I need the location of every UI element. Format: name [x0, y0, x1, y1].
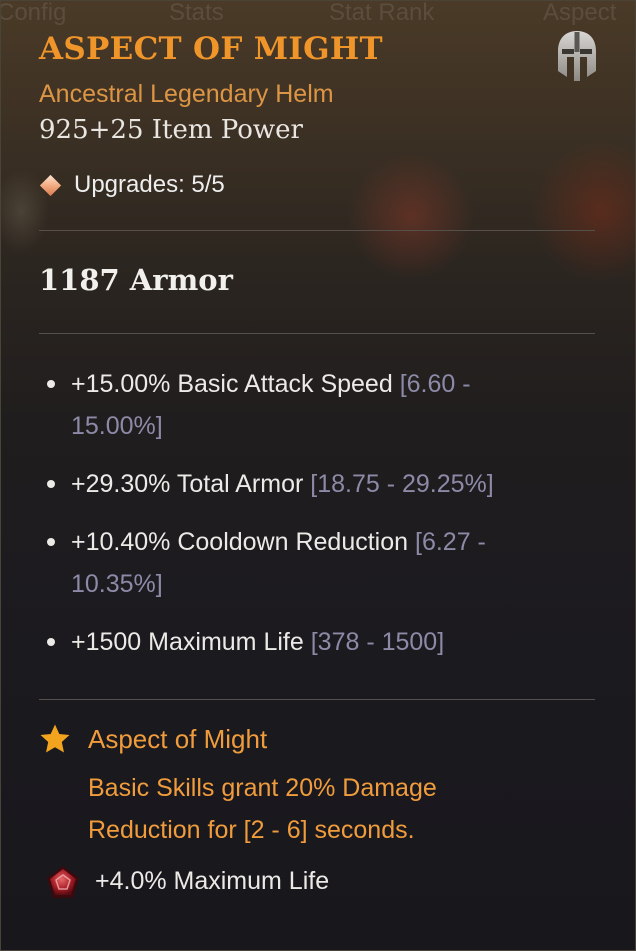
- affix-text: +1500 Maximum Life: [71, 628, 304, 656]
- item-subtitle: Ancestral Legendary Helm: [39, 80, 334, 108]
- affix-item: +15.00% Basic Attack Speed [6.60 - 15.00…: [39, 363, 539, 447]
- affix-item: +1500 Maximum Life [378 - 1500]: [39, 621, 539, 663]
- affix-text: +29.30% Total Armor: [71, 470, 304, 498]
- affix-range: [378 - 1500]: [310, 628, 445, 656]
- aspect-name: Aspect of Might: [88, 723, 268, 754]
- armor-value: 1187 Armor: [39, 263, 233, 297]
- divider: [39, 333, 595, 334]
- socket-bonus: +4.0% Maximum Life: [95, 867, 330, 895]
- aspect-description: Basic Skills grant 20% Damage Reduction …: [88, 774, 437, 844]
- divider: [39, 230, 595, 231]
- background-tab: Config: [0, 0, 67, 26]
- diamond-icon: [39, 174, 62, 196]
- item-tooltip: Config Stats Stat Rank Aspect ASPECT OF …: [0, 0, 636, 951]
- affix-text: +15.00% Basic Attack Speed: [71, 370, 393, 398]
- divider: [39, 699, 595, 700]
- background-tabs: Config Stats Stat Rank Aspect: [0, 0, 635, 29]
- bullet: [47, 480, 55, 488]
- upgrades-text: Upgrades: 5/5: [74, 171, 225, 198]
- bullet: [47, 638, 55, 646]
- upgrades-row: Upgrades: 5/5: [39, 170, 225, 200]
- bullet: [47, 380, 55, 388]
- ruby-gem-icon: [47, 866, 79, 898]
- helm-icon: [558, 31, 596, 81]
- affix-list: +15.00% Basic Attack Speed [6.60 - 15.00…: [39, 363, 539, 679]
- background-tab: Stat Rank: [329, 0, 435, 26]
- item-title: ASPECT OF MIGHT: [39, 31, 383, 67]
- background-tab: Stats: [169, 0, 224, 26]
- affix-item: +29.30% Total Armor [18.75 - 29.25%]: [39, 463, 539, 505]
- affix-item: +10.40% Cooldown Reduction [6.27 - 10.35…: [39, 521, 539, 605]
- item-power: 925+25 Item Power: [39, 115, 303, 145]
- affix-range: [18.75 - 29.25%]: [310, 470, 494, 498]
- aspect-header: Aspect of Might: [39, 721, 267, 757]
- background-tab: Aspect: [543, 0, 617, 26]
- affix-text: +10.40% Cooldown Reduction: [71, 528, 409, 556]
- bullet: [47, 538, 55, 546]
- star-icon: [40, 724, 70, 753]
